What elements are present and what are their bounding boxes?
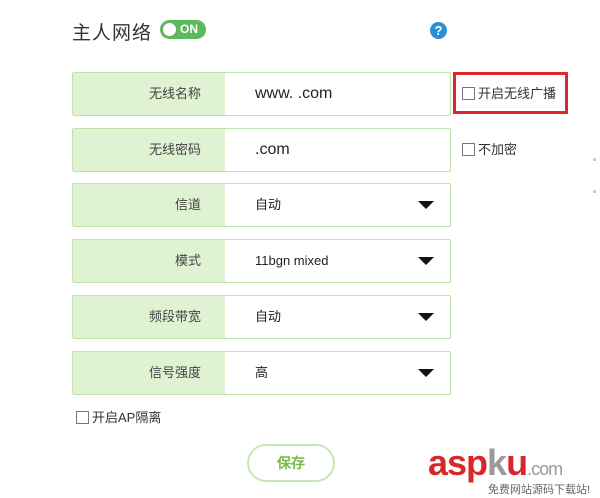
ap-isolation-checkbox[interactable] (76, 411, 89, 424)
watermark-tagline: 免费网站源码下载站! (488, 484, 591, 496)
channel-label: 信道 (73, 184, 225, 226)
no-encrypt-option[interactable]: 不加密 (462, 143, 517, 157)
decoration-dot (593, 190, 596, 193)
channel-row[interactable]: 信道 自动 (72, 183, 451, 227)
signal-label: 信号强度 (73, 352, 225, 394)
ap-isolation-option[interactable]: 开启AP隔离 (76, 411, 161, 425)
ap-isolation-label: 开启AP隔离 (92, 410, 162, 425)
no-encrypt-checkbox[interactable] (462, 143, 475, 156)
caret-down-icon[interactable] (418, 201, 434, 209)
bandwidth-select-value[interactable]: 自动 (255, 296, 281, 338)
decoration-dot (593, 158, 596, 161)
caret-down-icon[interactable] (418, 313, 434, 321)
bandwidth-label: 频段带宽 (73, 296, 225, 338)
caret-down-icon[interactable] (418, 369, 434, 377)
password-label: 无线密码 (73, 129, 225, 171)
ssid-row: 无线名称 www. .com (72, 72, 451, 116)
save-button[interactable]: 保存 (247, 444, 335, 482)
mode-select-value[interactable]: 11bgn mixed (255, 240, 328, 282)
broadcast-option[interactable]: 开启无线广播 (462, 87, 556, 101)
ssid-input[interactable]: www. .com (255, 73, 332, 115)
mode-row[interactable]: 模式 11bgn mixed (72, 239, 451, 283)
site-watermark: aspku.com 免费网站源码下载站! (428, 444, 598, 497)
ssid-label: 无线名称 (73, 73, 225, 115)
signal-row[interactable]: 信号强度 高 (72, 351, 451, 395)
password-row: 无线密码 .com (72, 128, 451, 172)
help-icon[interactable]: ? (430, 22, 447, 39)
broadcast-label: 开启无线广播 (478, 86, 557, 101)
mode-label: 模式 (73, 240, 225, 282)
password-input[interactable]: .com (255, 129, 290, 171)
signal-select-value[interactable]: 高 (255, 352, 268, 394)
caret-down-icon[interactable] (418, 257, 434, 265)
toggle-label: ON (180, 22, 198, 36)
bandwidth-row[interactable]: 频段带宽 自动 (72, 295, 451, 339)
no-encrypt-label: 不加密 (478, 142, 518, 157)
broadcast-checkbox[interactable] (462, 87, 475, 100)
network-toggle[interactable]: ON (160, 20, 206, 39)
toggle-knob (163, 23, 176, 36)
page-title: 主人网络 (72, 23, 153, 44)
channel-select-value[interactable]: 自动 (255, 184, 281, 226)
